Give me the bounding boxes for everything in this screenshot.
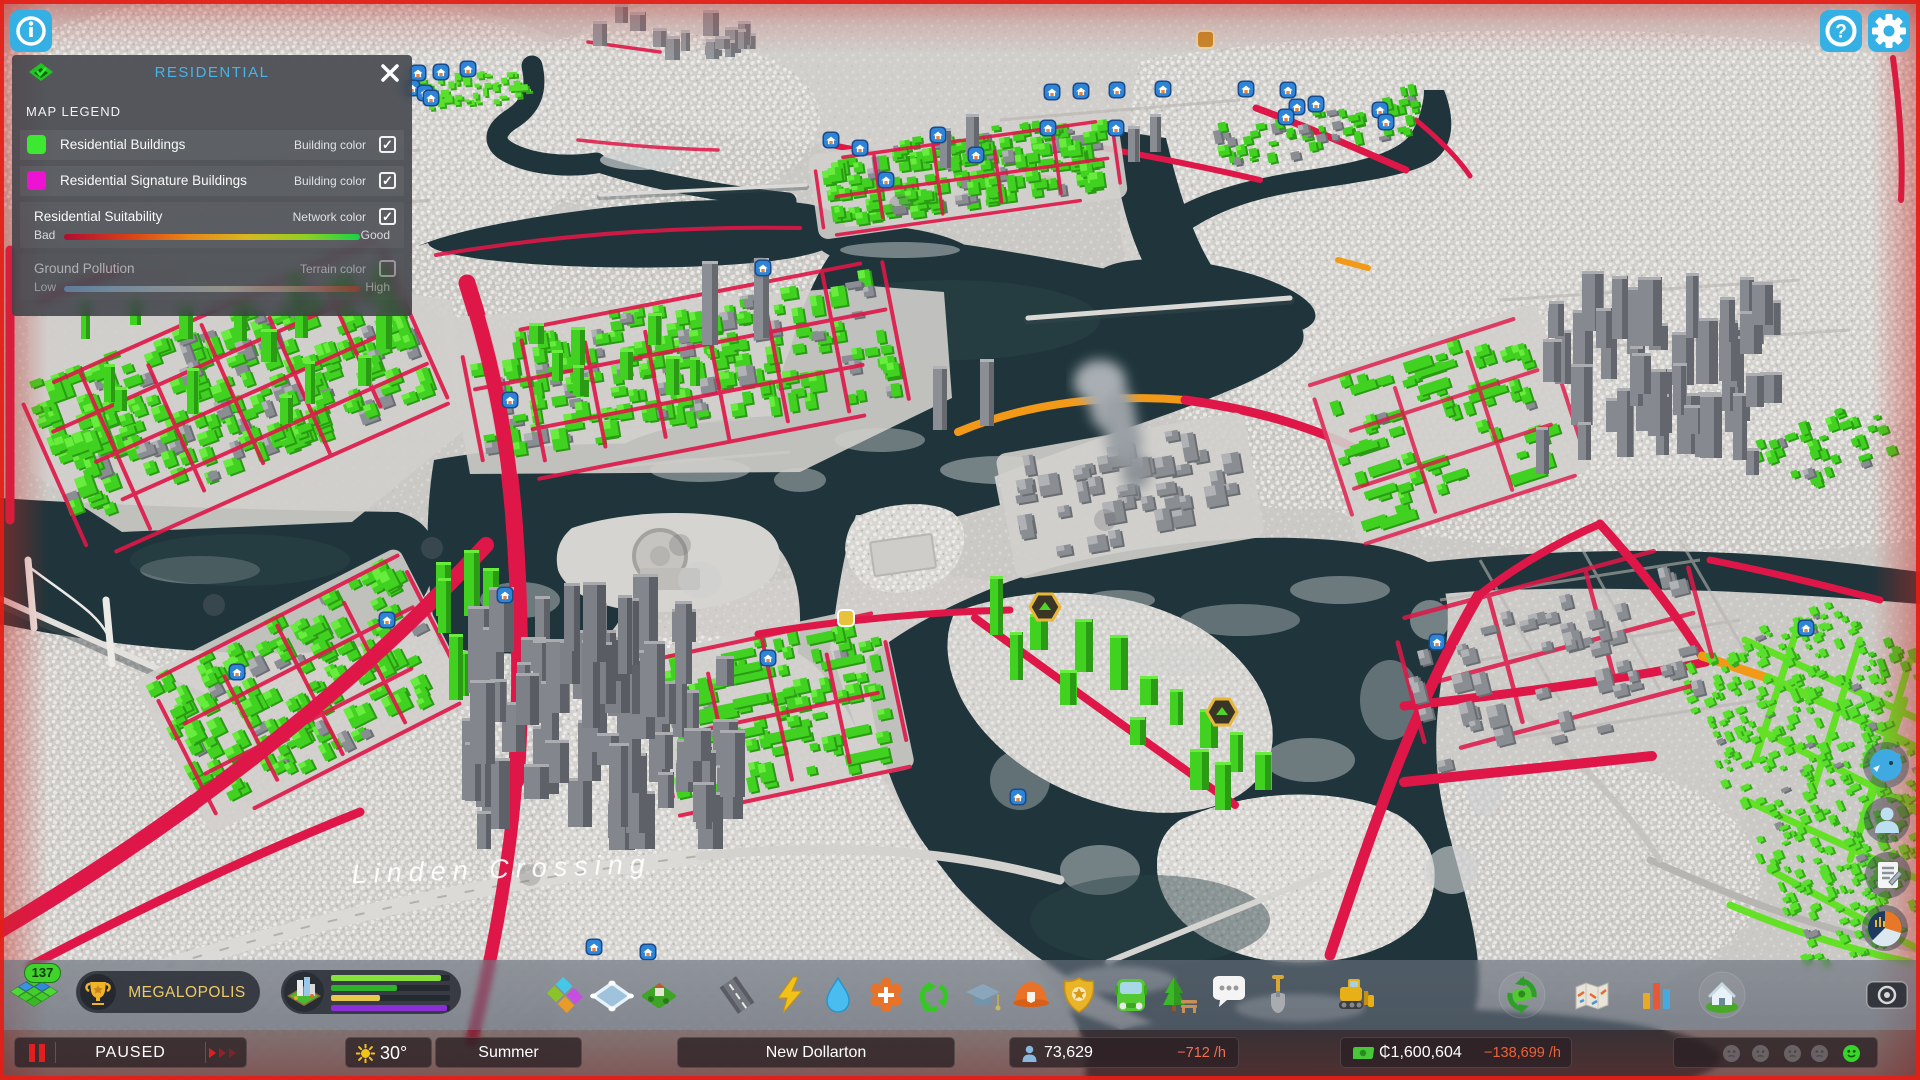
svg-text:?: ? [1835,22,1847,43]
